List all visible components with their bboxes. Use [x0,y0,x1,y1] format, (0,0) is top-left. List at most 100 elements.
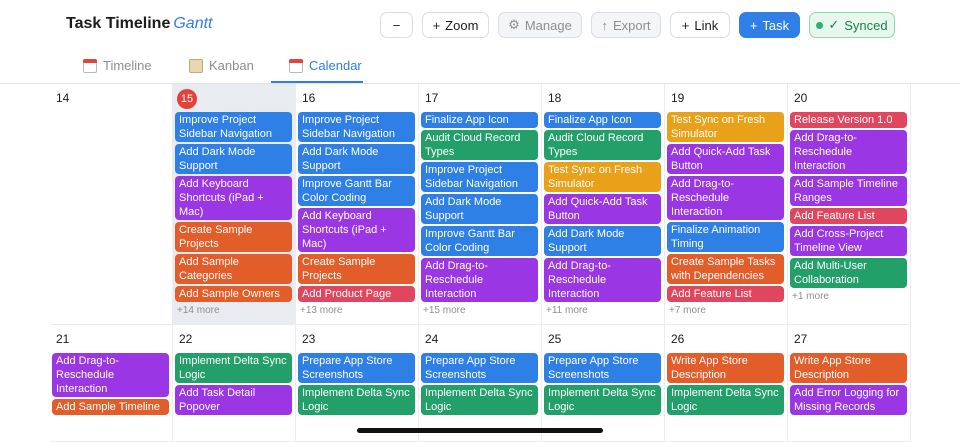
calendar-day-cell[interactable]: 24 Prepare App Store Screenshots Implement… [419,325,542,442]
day-number: 18 [548,91,562,105]
status-dot-icon [816,21,824,29]
synced-label: Synced [844,17,888,33]
calendar-event[interactable]: Audit Cloud Record Types [421,130,538,160]
more-events-link[interactable]: +11 more [546,305,588,316]
calendar-event[interactable]: Add Error Logging for Missing Records [790,385,907,415]
calendar-event[interactable]: Test Sync on Fresh Simulator [544,162,661,192]
calendar-event[interactable]: Release Version 1.0 [790,112,907,128]
tab-calendar[interactable]: Calendar [289,58,362,73]
link-button[interactable]: + Link [670,12,730,38]
tab-timeline[interactable]: Timeline [83,58,152,73]
calendar-event[interactable]: Audit Cloud Record Types [544,130,661,160]
calendar-event[interactable]: Improve Gantt Bar Color Coding [421,226,538,256]
calendar-event[interactable]: Add Sample Owners [175,286,292,302]
calendar-day-cell[interactable]: 27 Write App Store Description Add Error L… [788,325,911,442]
calendar-event[interactable]: Add Sample Timeline [52,399,169,415]
calendar-day-cell[interactable]: 26 Write App Store Description Implement D… [665,325,788,442]
calendar-day-cell[interactable]: 22 Implement Delta Sync Logic Add Task Det… [173,325,296,442]
task-label: Task [762,17,790,33]
calendar-event[interactable]: Implement Delta Sync Logic [298,385,415,415]
calendar-event[interactable]: Write App Store Description [790,353,907,383]
calendar-event[interactable]: Improve Gantt Bar Color Coding [298,176,415,206]
more-events-link[interactable]: +1 more [792,291,829,302]
calendar-event[interactable]: Prepare App Store Screenshots [421,353,538,383]
calendar-event[interactable]: Implement Delta Sync Logic [175,353,292,383]
calendar-event[interactable]: Add Multi-User Collaboration [790,258,907,288]
calendar-day-cell[interactable]: 16 Improve Project Sidebar Navigation Add … [296,84,419,325]
link-label: Link [694,17,719,33]
calendar-event[interactable]: Add Drag-to-Reschedule Interaction [667,176,784,220]
plus-icon: + [749,17,758,33]
calendar-event[interactable]: Improve Project Sidebar Navigation [421,162,538,192]
tab-timeline-label: Timeline [103,58,152,73]
calendar-day-cell[interactable]: 17 Finalize App Icon Audit Cloud Record Ty… [419,84,542,325]
calendar-event[interactable]: Finalize App Icon [421,112,538,128]
day-number: 17 [425,91,439,105]
calendar-event[interactable]: Add Feature List [667,286,784,302]
day-number: 24 [425,332,439,346]
day-number: 19 [671,91,685,105]
day-number: 26 [671,332,685,346]
notepad-icon [189,58,203,73]
calendar-event[interactable]: Add Dark Mode Support [175,144,292,174]
more-events-link[interactable]: +14 more [177,305,220,316]
day-number: 21 [56,332,70,346]
sync-status-badge[interactable]: ✓ Synced [809,12,895,38]
calendar-day-cell[interactable]: 23 Prepare App Store Screenshots Implement… [296,325,419,442]
zoom-button[interactable]: + Zoom [422,12,489,38]
calendar-day-cell[interactable]: 20 Release Version 1.0 Add Drag-to-Resched… [788,84,911,325]
calendar-event[interactable]: Add Drag-to-Reschedule Interaction [421,258,538,302]
calendar-event[interactable]: Add Product Page [298,286,415,302]
calendar-event[interactable]: Implement Delta Sync Logic [421,385,538,415]
calendar-event[interactable]: Create Sample Projects [175,222,292,252]
export-button[interactable]: ↑ Export [591,12,661,38]
calendar-event[interactable]: Add Sample Categories [175,254,292,284]
calendar-event[interactable]: Finalize Animation Timing [667,222,784,252]
day-number: 22 [179,332,193,346]
manage-button[interactable]: ⚙ Manage [498,12,582,38]
calendar-event[interactable]: Add Dark Mode Support [298,144,415,174]
zoom-out-button[interactable]: − [380,12,413,38]
calendar-event[interactable]: Add Quick-Add Task Button [667,144,784,174]
calendar-event[interactable]: Test Sync on Fresh Simulator [667,112,784,142]
calendar-event[interactable]: Add Dark Mode Support [421,194,538,224]
calendar-day-cell[interactable]: 25 Prepare App Store Screenshots Implement… [542,325,665,442]
calendar-day-cell[interactable]: 19 Test Sync on Fresh Simulator Add Quick-… [665,84,788,325]
calendar-event[interactable]: Write App Store Description [667,353,784,383]
calendar-day-cell[interactable]: 18 Finalize App Icon Audit Cloud Record Ty… [542,84,665,325]
calendar-event[interactable]: Create Sample Projects [298,254,415,284]
calendar-event[interactable]: Implement Delta Sync Logic [544,385,661,415]
calendar-day-cell[interactable]: 21 Add Drag-to-Reschedule Interaction Add … [50,325,173,442]
calendar-event[interactable]: Add Drag-to-Reschedule Interaction [544,258,661,302]
calendar-event[interactable]: Add Keyboard Shortcuts (iPad + Mac) [298,208,415,252]
tab-kanban[interactable]: Kanban [189,58,254,73]
calendar-event[interactable]: Finalize App Icon [544,112,661,128]
calendar-event[interactable]: Improve Project Sidebar Navigation [175,112,292,142]
calendar-event[interactable]: Add Sample Timeline Ranges [790,176,907,206]
calendar-day-cell[interactable]: 14 [50,84,173,325]
calendar-event[interactable]: Prepare App Store Screenshots [544,353,661,383]
calendar-day-cell[interactable]: 15 Improve Project Sidebar Navigation Add … [173,84,296,325]
add-task-button[interactable]: + Task [739,12,800,38]
calendar-event[interactable]: Implement Delta Sync Logic [667,385,784,415]
manage-label: Manage [524,17,572,33]
zoom-out-label: − [392,17,401,33]
calendar-event[interactable]: Add Task Detail Popover [175,385,292,415]
calendar-event[interactable]: Improve Project Sidebar Navigation [298,112,415,142]
more-events-link[interactable]: +13 more [300,305,343,316]
day-number: 14 [56,91,70,105]
calendar-event[interactable]: Add Keyboard Shortcuts (iPad + Mac) [175,176,292,220]
more-events-link[interactable]: +7 more [669,305,706,316]
calendar-event[interactable]: Add Feature List [790,208,907,224]
day-number: 16 [302,91,316,105]
app-header: Task Timeline Gantt − + Zoom ⚙ Manage ↑ E… [0,0,960,50]
calendar-event[interactable]: Add Drag-to-Reschedule Interaction [52,353,169,397]
calendar-event[interactable]: Create Sample Tasks with Dependencies [667,254,784,284]
calendar-event[interactable]: Add Drag-to-Reschedule Interaction [790,130,907,174]
calendar-event[interactable]: Prepare App Store Screenshots [298,353,415,383]
calendar-event[interactable]: Add Quick-Add Task Button [544,194,661,224]
calendar-icon [83,58,97,73]
calendar-event[interactable]: Add Dark Mode Support [544,226,661,256]
more-events-link[interactable]: +15 more [423,305,466,316]
calendar-event[interactable]: Add Cross-Project Timeline View [790,226,907,256]
